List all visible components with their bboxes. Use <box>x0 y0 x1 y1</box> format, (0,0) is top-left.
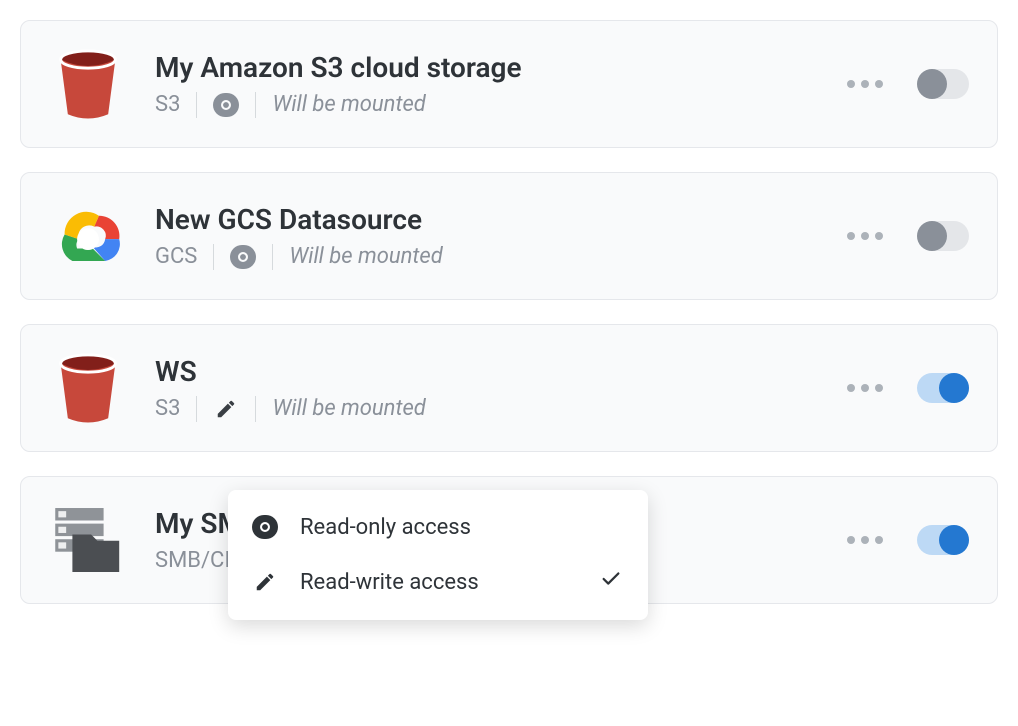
dropdown-item-label: Read-write access <box>300 570 578 595</box>
datasource-card: WS S3 Will be mounted <box>20 324 998 452</box>
eye-icon[interactable] <box>213 92 239 118</box>
dropdown-item-label: Read-only access <box>300 515 578 540</box>
divider <box>213 244 214 270</box>
card-content: New GCS Datasource GCS Will be mounted <box>155 203 821 270</box>
smb-icon <box>49 501 127 579</box>
datasource-title: New GCS Datasource <box>155 203 821 236</box>
more-menu-button[interactable] <box>841 378 889 398</box>
enable-toggle[interactable] <box>917 525 969 555</box>
datasource-type: S3 <box>155 92 180 117</box>
datasource-type: S3 <box>155 396 180 421</box>
datasource-title: My Amazon S3 cloud storage <box>155 51 821 84</box>
datasource-meta: S3 Will be mounted <box>155 396 821 422</box>
more-menu-button[interactable] <box>841 530 889 550</box>
card-controls <box>841 221 969 251</box>
more-menu-button[interactable] <box>841 74 889 94</box>
datasource-meta: GCS Will be mounted <box>155 244 821 270</box>
divider <box>272 244 273 270</box>
check-icon <box>600 568 624 596</box>
pencil-icon <box>252 569 278 595</box>
eye-icon[interactable] <box>230 244 256 270</box>
datasource-card: New GCS Datasource GCS Will be mounted <box>20 172 998 300</box>
s3-icon <box>49 45 127 123</box>
card-content: WS S3 Will be mounted <box>155 355 821 422</box>
datasource-status: Will be mounted <box>272 92 425 117</box>
card-controls <box>841 69 969 99</box>
pencil-icon[interactable] <box>213 396 239 422</box>
datasource-type: GCS <box>155 244 197 269</box>
more-menu-button[interactable] <box>841 226 889 246</box>
datasource-meta: S3 Will be mounted <box>155 92 821 118</box>
datasource-status: Will be mounted <box>289 244 442 269</box>
divider <box>255 92 256 118</box>
permission-dropdown: Read-only access Read-write access <box>228 490 648 620</box>
card-content: My Amazon S3 cloud storage S3 Will be mo… <box>155 51 821 118</box>
eye-icon <box>252 514 278 540</box>
dropdown-item-readwrite[interactable]: Read-write access <box>228 554 648 610</box>
divider <box>196 396 197 422</box>
divider <box>255 396 256 422</box>
datasource-title: WS <box>155 355 821 388</box>
card-controls <box>841 373 969 403</box>
enable-toggle[interactable] <box>917 221 969 251</box>
divider <box>196 92 197 118</box>
datasource-status: Will be mounted <box>272 396 425 421</box>
card-controls <box>841 525 969 555</box>
datasource-card: My Amazon S3 cloud storage S3 Will be mo… <box>20 20 998 148</box>
gcs-icon <box>49 197 127 275</box>
s3-icon <box>49 349 127 427</box>
dropdown-item-readonly[interactable]: Read-only access <box>228 500 648 554</box>
enable-toggle[interactable] <box>917 69 969 99</box>
enable-toggle[interactable] <box>917 373 969 403</box>
